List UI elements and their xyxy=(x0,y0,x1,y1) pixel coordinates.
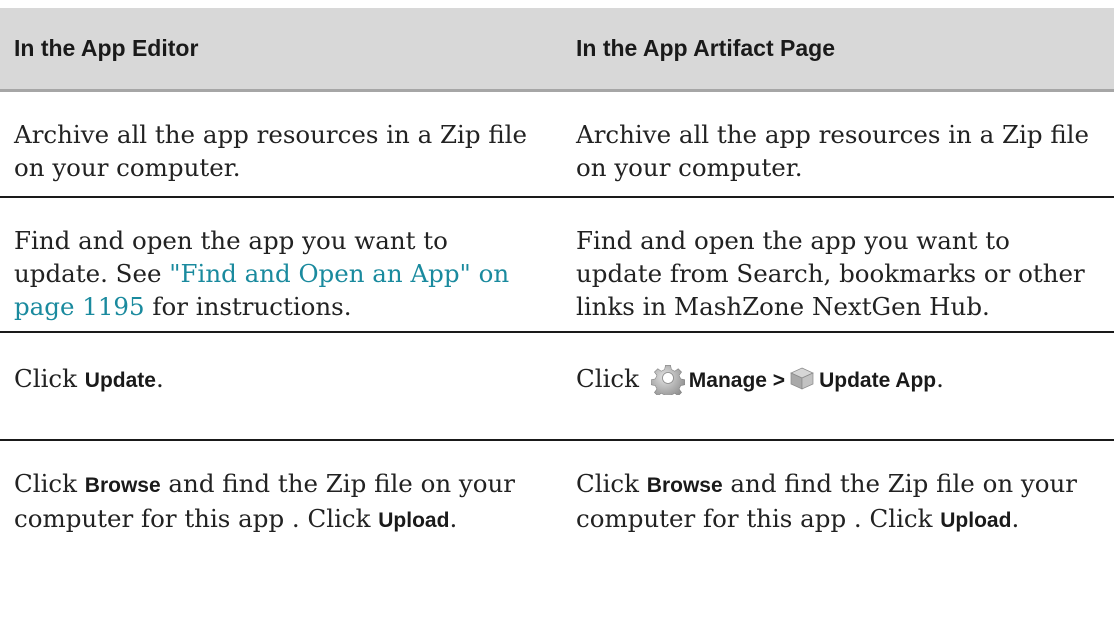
step-text-pre: Click xyxy=(576,469,647,498)
step-text: Archive all the app resources in a Zip f… xyxy=(576,120,1090,182)
step-text: Click Update. xyxy=(14,362,534,397)
step-text-post: . xyxy=(1011,504,1020,533)
step-text: Find and open the app you want to update… xyxy=(14,224,534,323)
cell-artifact-step3: Click Manage > Update App. xyxy=(576,332,1114,441)
step-text-pre: Click xyxy=(14,469,85,498)
step-text-pre: Click xyxy=(14,364,85,393)
table-row: Click Browse and find the Zip file on yo… xyxy=(0,440,1114,587)
manage-term: Manage > xyxy=(688,369,786,392)
cell-editor-step1: Archive all the app resources in a Zip f… xyxy=(0,90,576,198)
gear-icon xyxy=(650,361,686,400)
header-app-editor: In the App Editor xyxy=(0,8,576,92)
table-row: Find and open the app you want to update… xyxy=(0,197,1114,333)
step-text: Archive all the app resources in a Zip f… xyxy=(14,120,528,182)
cell-artifact-step4: Click Browse and find the Zip file on yo… xyxy=(576,440,1114,587)
browse-term: Browse xyxy=(84,474,161,497)
step-text: Click Browse and find the Zip file on yo… xyxy=(576,467,1096,537)
cell-editor-step4: Click Browse and find the Zip file on yo… xyxy=(0,440,576,587)
cell-editor-step2: Find and open the app you want to update… xyxy=(0,197,576,333)
step-text-pre: Click xyxy=(576,364,647,393)
table-header-row: In the App Editor In the App Artifact Pa… xyxy=(0,8,1114,92)
step-text: Find and open the app you want to update… xyxy=(576,226,1085,321)
procedure-table: In the App Editor In the App Artifact Pa… xyxy=(0,8,1114,587)
step-text-post: . xyxy=(155,364,164,393)
browse-term: Browse xyxy=(646,474,723,497)
cell-artifact-step2: Find and open the app you want to update… xyxy=(576,197,1114,333)
table-row: Archive all the app resources in a Zip f… xyxy=(0,90,1114,198)
upload-term: Upload xyxy=(378,509,450,532)
upload-term: Upload xyxy=(940,509,1012,532)
cell-artifact-step1: Archive all the app resources in a Zip f… xyxy=(576,90,1114,198)
step-text-post: for instructions. xyxy=(144,292,352,321)
step-text-post: . xyxy=(449,504,458,533)
box-icon xyxy=(789,365,815,391)
step-text: Click Manage > Update App. xyxy=(576,361,1096,400)
update-app-term: Update App xyxy=(819,369,937,392)
table-row: Click Update. Click Manage > Update App. xyxy=(0,332,1114,441)
step-text-post: . xyxy=(936,364,944,393)
update-term: Update xyxy=(84,369,156,392)
header-app-artifact-page: In the App Artifact Page xyxy=(576,8,1114,92)
step-text: Click Browse and find the Zip file on yo… xyxy=(14,467,534,537)
cell-editor-step3: Click Update. xyxy=(0,332,576,441)
